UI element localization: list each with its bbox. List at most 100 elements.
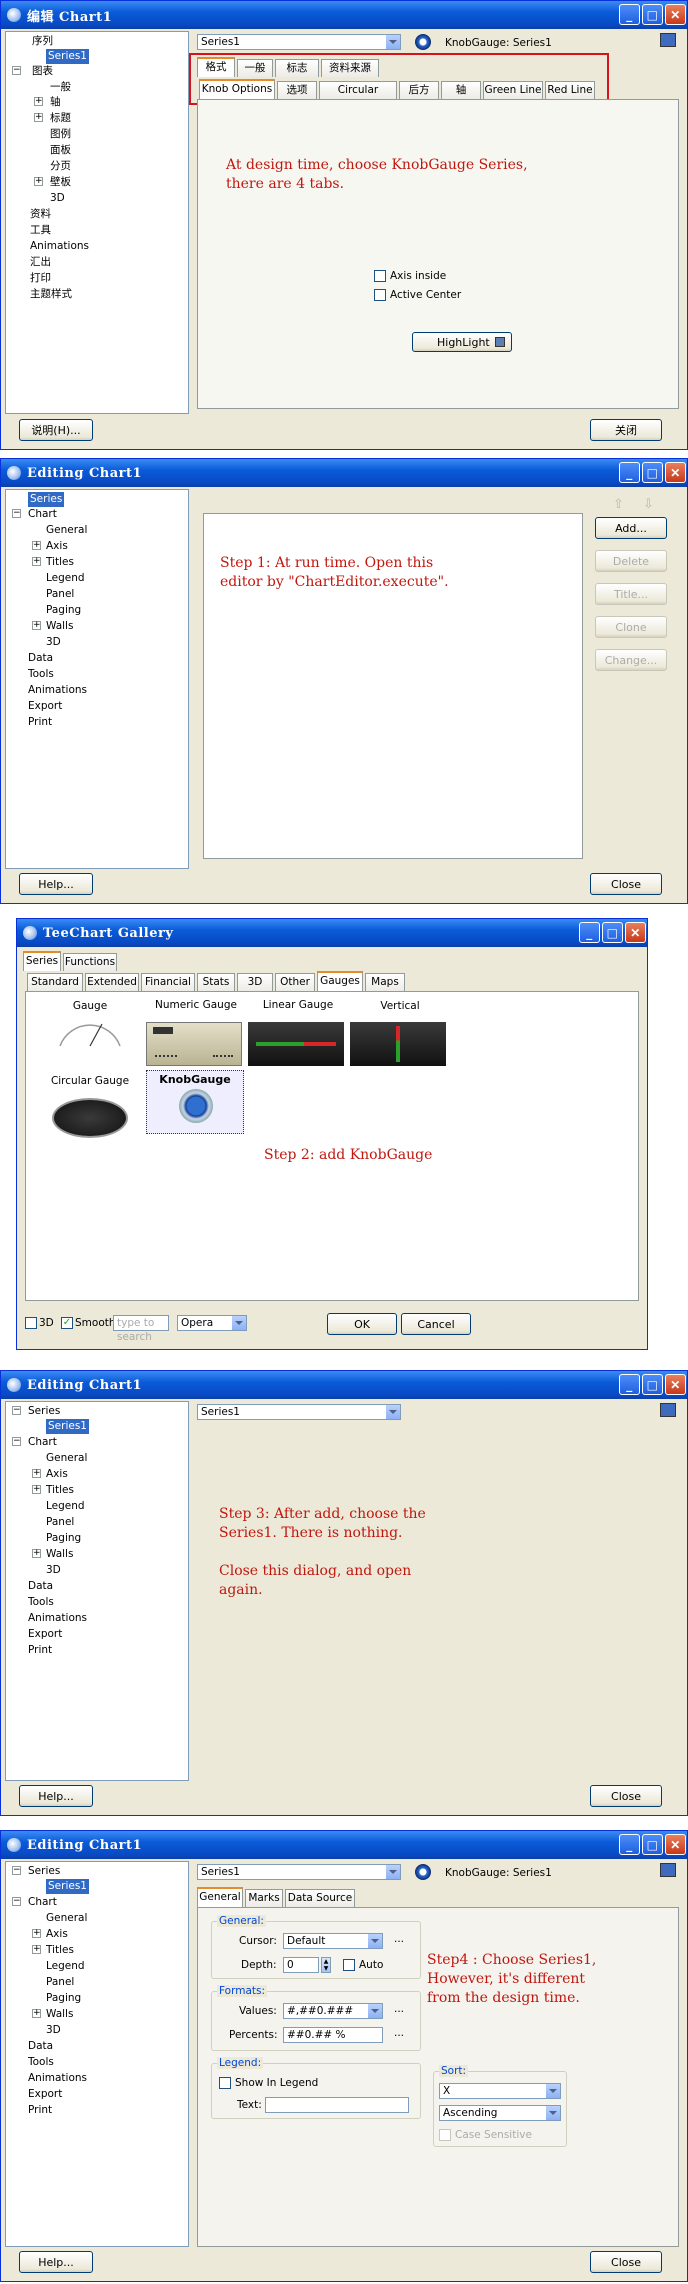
- tree-item[interactable]: Legend: [46, 1959, 85, 1974]
- tab-series[interactable]: Series: [23, 951, 61, 971]
- tab-standard[interactable]: Standard: [27, 973, 83, 991]
- tree-item[interactable]: General: [46, 1451, 87, 1466]
- tree-item[interactable]: Data: [28, 2039, 53, 2054]
- tree-item[interactable]: Chart: [28, 507, 57, 522]
- expand-icon[interactable]: +: [32, 1549, 41, 1558]
- delete-series-button[interactable]: Delete: [595, 550, 667, 572]
- legend-text-input[interactable]: [265, 2097, 409, 2113]
- tree-item[interactable]: Tools: [28, 1595, 54, 1610]
- tree-item[interactable]: Axis: [46, 539, 68, 554]
- auto-checkbox[interactable]: [343, 1959, 355, 1971]
- collapse-icon[interactable]: −: [12, 1866, 21, 1875]
- tree-item[interactable]: Walls: [46, 619, 73, 634]
- series-select[interactable]: Series1: [197, 1404, 401, 1420]
- percents-format-input[interactable]: ##0.## %: [283, 2027, 383, 2043]
- tree-item[interactable]: 3D: [46, 2023, 61, 2038]
- tree-item[interactable]: 打印: [30, 271, 51, 286]
- values-format-select[interactable]: #,##0.###: [283, 2003, 383, 2019]
- tree-item[interactable]: Panel: [46, 1975, 74, 1990]
- tab-general[interactable]: General: [197, 1887, 243, 1907]
- close-window-button[interactable]: ✕: [625, 922, 646, 943]
- tab-data-source[interactable]: Data Source: [285, 1889, 355, 1907]
- tree-item[interactable]: Data: [28, 651, 53, 666]
- tab-3d[interactable]: 3D: [237, 973, 273, 991]
- tree-item[interactable]: 图例: [50, 127, 71, 142]
- series-color-swatch[interactable]: [660, 1403, 676, 1417]
- tree-item[interactable]: Paging: [46, 1991, 81, 2006]
- close-window-button[interactable]: ✕: [665, 4, 686, 25]
- tree-item[interactable]: Walls: [46, 1547, 73, 1562]
- tree-item[interactable]: Series: [28, 1404, 60, 1419]
- collapse-icon[interactable]: −: [12, 66, 21, 75]
- maximize-button[interactable]: □: [642, 462, 663, 483]
- tree-item[interactable]: Paging: [46, 603, 81, 618]
- tab-maps[interactable]: Maps: [365, 973, 405, 991]
- tree-item[interactable]: General: [46, 523, 87, 538]
- values-more-button[interactable]: ...: [394, 2003, 404, 2015]
- close-window-button[interactable]: ✕: [665, 1834, 686, 1855]
- tree-item[interactable]: Animations: [28, 2071, 87, 2086]
- expand-icon[interactable]: +: [32, 1929, 41, 1938]
- tree-item[interactable]: 序列: [32, 34, 53, 49]
- theme-select[interactable]: Opera: [177, 1315, 247, 1331]
- tree-item[interactable]: 一般: [50, 80, 71, 95]
- tab-stats[interactable]: Stats: [197, 973, 235, 991]
- circular-gauge-thumbnail[interactable]: [52, 1098, 128, 1138]
- tree-item[interactable]: 分页: [50, 159, 71, 174]
- numeric-gauge-thumbnail[interactable]: [146, 1022, 242, 1066]
- expand-icon[interactable]: +: [32, 2009, 41, 2018]
- tree-item[interactable]: Axis: [46, 1467, 68, 1482]
- expand-icon[interactable]: +: [34, 113, 43, 122]
- help-button[interactable]: Help...: [19, 1785, 93, 1807]
- maximize-button[interactable]: □: [642, 1374, 663, 1395]
- tree-item[interactable]: Titles: [46, 1943, 74, 1958]
- tree-item[interactable]: Print: [28, 715, 52, 730]
- tree-item[interactable]: Animations: [30, 239, 89, 254]
- maximize-button[interactable]: □: [602, 922, 623, 943]
- tree-item[interactable]: Walls: [46, 2007, 73, 2022]
- cursor-select[interactable]: Default: [283, 1933, 383, 1949]
- tree-item[interactable]: Data: [28, 1579, 53, 1594]
- search-input[interactable]: type to search: [113, 1315, 169, 1343]
- close-button[interactable]: Close: [590, 2251, 662, 2273]
- tree-item[interactable]: Titles: [46, 555, 74, 570]
- series-color-swatch[interactable]: [660, 1863, 676, 1877]
- close-button[interactable]: 关闭: [590, 419, 662, 441]
- tab-marks[interactable]: Marks: [245, 1889, 283, 1907]
- linear-gauge-thumbnail[interactable]: [248, 1022, 344, 1066]
- smooth-checkbox[interactable]: ✓: [61, 1317, 73, 1329]
- tree-item[interactable]: Chart: [28, 1895, 57, 1910]
- tree-item[interactable]: Animations: [28, 1611, 87, 1626]
- tree-item-selected[interactable]: Series1: [46, 1879, 89, 1894]
- close-window-button[interactable]: ✕: [665, 462, 686, 483]
- series-select[interactable]: Series1: [197, 34, 401, 50]
- axis-inside-checkbox[interactable]: [374, 270, 386, 282]
- tree-item[interactable]: Panel: [46, 1515, 74, 1530]
- minimize-button[interactable]: _: [619, 462, 640, 483]
- tree-item[interactable]: Series: [28, 1864, 60, 1879]
- tree-item[interactable]: 工具: [30, 223, 51, 238]
- sort-field-select[interactable]: X: [439, 2083, 561, 2099]
- clone-button[interactable]: Clone: [595, 616, 667, 638]
- title-button[interactable]: Title...: [595, 583, 667, 605]
- tree-item-selected[interactable]: Series1: [46, 49, 89, 64]
- tree-item[interactable]: Animations: [28, 683, 87, 698]
- help-button[interactable]: 说明(H)...: [19, 419, 93, 441]
- tree-item[interactable]: Export: [28, 1627, 62, 1642]
- cancel-button[interactable]: Cancel: [401, 1313, 471, 1335]
- active-center-checkbox[interactable]: [374, 289, 386, 301]
- tree-item[interactable]: Axis: [46, 1927, 68, 1942]
- ok-button[interactable]: OK: [327, 1313, 397, 1335]
- expand-icon[interactable]: +: [32, 1945, 41, 1954]
- tree-item[interactable]: Paging: [46, 1531, 81, 1546]
- collapse-icon[interactable]: −: [12, 1437, 21, 1446]
- tree-item[interactable]: 汇出: [30, 255, 51, 270]
- collapse-icon[interactable]: −: [12, 509, 21, 518]
- tree-item[interactable]: Legend: [46, 1499, 85, 1514]
- tree-item-selected[interactable]: Series1: [46, 1419, 89, 1434]
- tree-item[interactable]: 3D: [50, 191, 65, 206]
- vertical-gauge-thumbnail[interactable]: [350, 1022, 446, 1066]
- tree-item[interactable]: 轴: [50, 95, 61, 110]
- expand-icon[interactable]: +: [32, 1469, 41, 1478]
- tree-item[interactable]: General: [46, 1911, 87, 1926]
